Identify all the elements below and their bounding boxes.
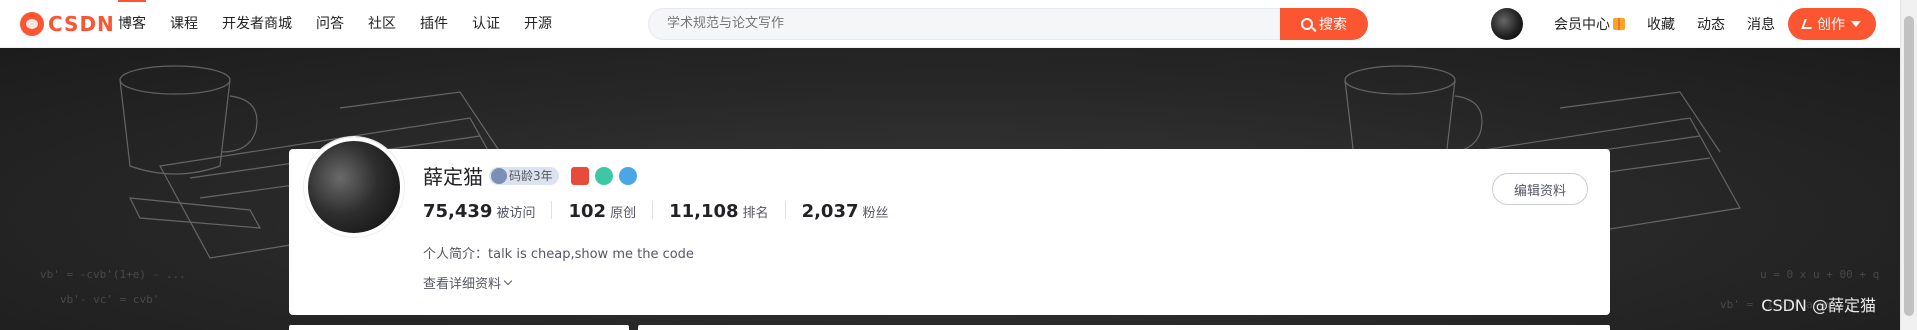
stat-label: 排名 — [742, 206, 769, 221]
activity-link[interactable]: 动态 — [1697, 14, 1725, 34]
create-button[interactable]: 创作 — [1788, 8, 1876, 40]
nav-item-open-source[interactable]: 开源 — [524, 0, 552, 48]
stat-value: 102 — [568, 201, 607, 222]
stat-rank: 11,108 排名 — [669, 201, 786, 222]
csdn-logo-icon — [20, 12, 44, 36]
stat-value: 2,037 — [801, 201, 859, 222]
stat-followers: 2,037 粉丝 — [801, 201, 905, 222]
user-nav: 会员中心 收藏 动态 消息 — [1554, 0, 1797, 48]
view-details-label: 查看详细资料 — [423, 277, 502, 292]
chalk-formula: vb' = -cvb'(1+e) - ... — [40, 268, 186, 281]
nav-item-certification[interactable]: 认证 — [472, 0, 500, 48]
sidebar-panel-top — [289, 325, 629, 330]
stat-visits: 75,439 被访问 — [423, 201, 553, 222]
search-button-label: 搜索 — [1319, 17, 1347, 33]
search-button[interactable]: 搜索 — [1280, 8, 1368, 40]
stat-value: 75,439 — [423, 201, 493, 222]
stat-label: 原创 — [610, 206, 637, 221]
chalk-formula: vb'- vc' = cvb' — [60, 293, 159, 306]
nav-item-blog[interactable]: 博客 — [118, 0, 146, 48]
profile-card: 薛定猫 码龄3年 75,439 被访问 102 原创 11,108 排名 2,0… — [289, 137, 1610, 315]
messages-link[interactable]: 消息 — [1747, 14, 1775, 34]
scrollbar-thumb[interactable] — [1904, 16, 1914, 316]
caret-down-icon — [1851, 21, 1861, 27]
profile-avatar[interactable] — [304, 137, 404, 237]
main-nav: 博客 课程 开发者商城 问答 社区 插件 认证 开源 — [118, 0, 576, 48]
nav-item-plugins[interactable]: 插件 — [420, 0, 448, 48]
main-panel-top — [638, 325, 1610, 330]
blog-expert-badge-icon[interactable] — [570, 166, 589, 185]
top-navbar: CSDN 博客 课程 开发者商城 问答 社区 插件 认证 开源 搜索 会员中心 … — [0, 0, 1917, 48]
stat-label: 被访问 — [496, 206, 536, 221]
user-avatar[interactable] — [1491, 8, 1523, 40]
profile-name: 薛定猫 — [423, 165, 483, 189]
search-icon — [1301, 18, 1313, 30]
profile-stats: 75,439 被访问 102 原创 11,108 排名 2,037 粉丝 — [423, 201, 921, 222]
coding-age-badge[interactable]: 码龄3年 — [489, 166, 559, 185]
nav-item-community[interactable]: 社区 — [368, 0, 396, 48]
stat-label: 粉丝 — [862, 206, 889, 221]
csdn-watermark: CSDN @薛定猫 — [1761, 296, 1876, 315]
search-bar: 搜索 — [648, 8, 1368, 40]
page-scrollbar[interactable] — [1900, 0, 1917, 330]
pen-icon — [1801, 19, 1815, 29]
member-center-label: 会员中心 — [1554, 17, 1610, 33]
gender-male-icon — [618, 166, 637, 185]
community-badge-icon[interactable] — [594, 166, 613, 185]
nav-item-dev-store[interactable]: 开发者商城 — [222, 0, 292, 48]
create-button-label: 创作 — [1817, 17, 1845, 33]
favorites-link[interactable]: 收藏 — [1647, 14, 1675, 34]
stat-value: 11,108 — [669, 201, 739, 222]
logo-text: CSDN — [48, 12, 115, 36]
stat-original: 102 原创 — [568, 201, 654, 222]
view-details-link[interactable]: 查看详细资料 — [423, 273, 513, 292]
search-input[interactable] — [667, 9, 1207, 39]
chevron-down-icon — [503, 276, 513, 285]
member-center-link[interactable]: 会员中心 — [1554, 14, 1625, 34]
nav-item-courses[interactable]: 课程 — [170, 0, 198, 48]
csdn-logo[interactable]: CSDN — [20, 12, 115, 36]
chalk-formula: u = 0 x u + 00 + q — [1760, 268, 1879, 281]
profile-name-row: 薛定猫 码龄3年 — [423, 161, 637, 190]
edit-profile-button[interactable]: 编辑资料 — [1492, 173, 1588, 205]
nav-item-qa[interactable]: 问答 — [316, 0, 344, 48]
gift-icon — [1613, 18, 1625, 30]
profile-bio: 个人简介：talk is cheap,show me the code — [423, 247, 694, 262]
